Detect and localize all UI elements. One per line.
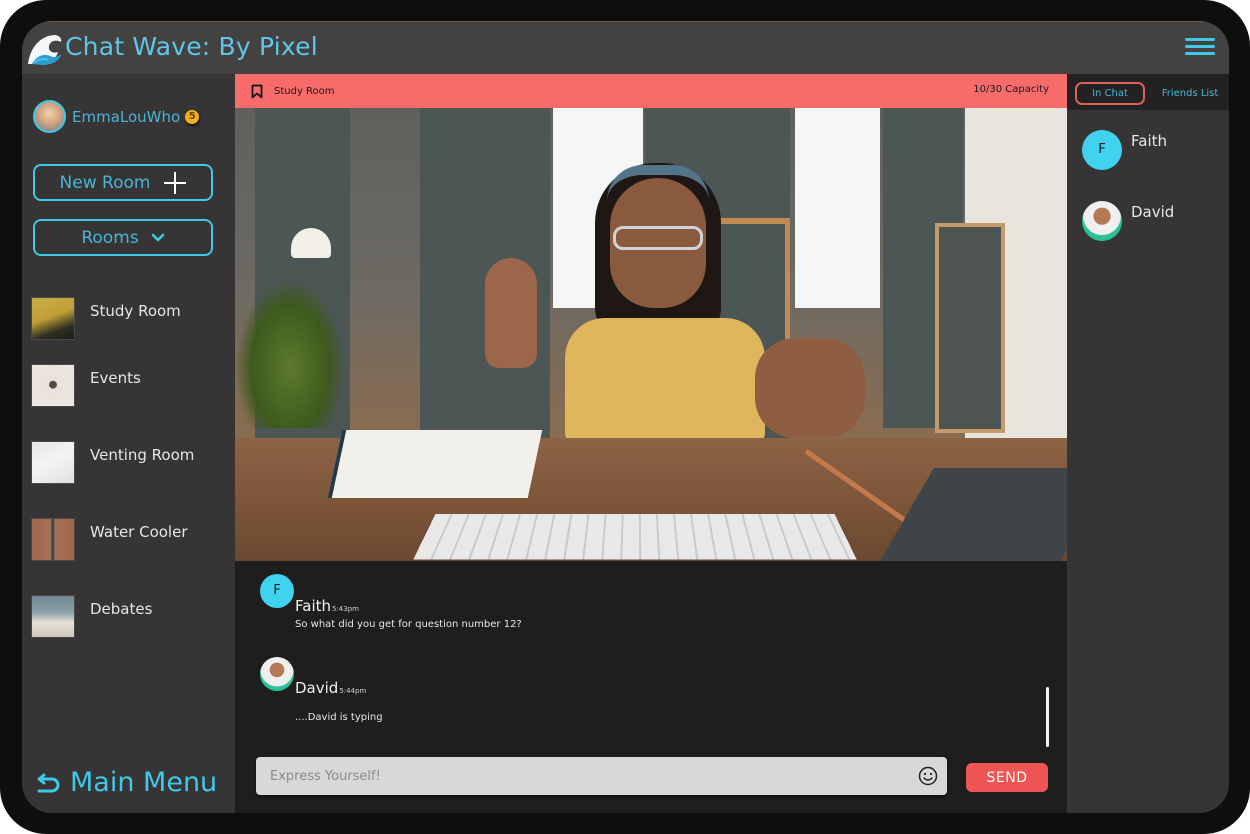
message-text: So what did you get for question number … [295,619,522,630]
participant-avatar: F [1082,130,1122,170]
username: EmmaLouWho [72,107,181,126]
plus-icon [164,171,187,194]
device-frame: Chat Wave: By Pixel EmmaLouWho 5 New Roo… [0,0,1250,834]
right-panel: In Chat Friends List F Faith David [1067,74,1229,813]
room-item-venting-room[interactable]: Venting Room [31,441,231,484]
message-author: David5:44pm [295,679,366,697]
tab-friends-list[interactable]: Friends List [1157,82,1223,105]
message-composer [256,757,947,795]
new-room-label: New Room [59,172,151,193]
message-time: 5:44pm [339,687,367,695]
rooms-dropdown-button[interactable]: Rooms [33,219,213,256]
participant-avatar [1082,201,1122,241]
message-avatar[interactable] [260,657,294,691]
room-item-study-room[interactable]: Study Room [31,297,231,340]
message-input[interactable] [256,757,947,795]
wave-icon [28,35,62,65]
room-title: Study Room [274,86,335,97]
room-item-water-cooler[interactable]: Water Cooler [31,518,231,561]
video-arm [755,338,865,438]
participant-name: David [1131,203,1175,221]
app-screen: Chat Wave: By Pixel EmmaLouWho 5 New Roo… [22,21,1229,813]
room-item-debates[interactable]: Debates [31,595,231,638]
top-bar: Chat Wave: By Pixel [22,21,1229,74]
hamburger-menu-icon[interactable] [1185,38,1215,58]
left-sidebar: EmmaLouWho 5 New Room Rooms Study Room E… [22,74,235,813]
message-time: 5:43pm [332,605,359,613]
new-room-button[interactable]: New Room [33,164,213,201]
right-panel-tabs: In Chat Friends List [1067,74,1229,110]
video-plant [235,278,345,428]
emoji-icon[interactable] [918,766,938,786]
video-mirror [935,223,1005,433]
room-label: Venting Room [90,445,195,464]
tab-in-chat[interactable]: In Chat [1075,82,1145,105]
rooms-label: Rooms [81,227,139,248]
participant-item[interactable]: David [1082,201,1174,241]
video-glasses [613,226,703,250]
room-thumbnail [31,441,75,484]
user-profile[interactable]: EmmaLouWho 5 [33,100,200,133]
message-scrollbar[interactable] [1046,687,1049,747]
coin-badge-icon: 5 [185,109,200,124]
send-button[interactable]: SEND [966,763,1048,792]
video-notebook [327,430,543,498]
room-label: Debates [90,599,153,618]
room-header-bar: Study Room 10/30 Capacity [235,74,1067,108]
typing-indicator: ....David is typing [295,712,383,723]
app-title: Chat Wave: By Pixel [65,32,318,61]
room-label: Study Room [90,301,181,320]
room-label: Events [90,368,141,387]
room-thumbnail [31,595,75,638]
room-thumbnail [31,297,75,340]
room-thumbnail [31,364,75,407]
room-item-events[interactable]: Events [31,364,231,407]
message-author: Faith5:43pm [295,597,359,615]
room-label: Water Cooler [90,522,188,541]
message-avatar[interactable]: F [260,574,294,608]
chevron-down-icon [151,233,164,241]
main-menu-link[interactable]: Main Menu [35,767,217,798]
video-keyboard [413,514,857,560]
message-list: F Faith5:43pm So what did you get for qu… [235,561,1067,751]
video-window [795,108,880,308]
room-capacity: 10/30 Capacity [973,84,1049,95]
participant-name: Faith [1131,132,1167,150]
video-shirt [565,318,765,443]
message-author-name: David [295,679,339,697]
video-waving-hand [485,258,537,368]
room-thumbnail [31,518,75,561]
room-list: Study Room Events Venting Room Water Coo… [31,297,231,638]
return-arrow-icon [37,773,60,792]
main-menu-label: Main Menu [70,767,218,798]
message-author-name: Faith [295,597,331,615]
participant-item[interactable]: F Faith [1082,130,1167,170]
bookmark-icon[interactable] [251,84,263,99]
chat-room-panel: Study Room 10/30 Capacity F Faith5:43pm … [235,74,1067,813]
video-feed[interactable] [235,108,1067,561]
user-avatar[interactable] [33,100,66,133]
